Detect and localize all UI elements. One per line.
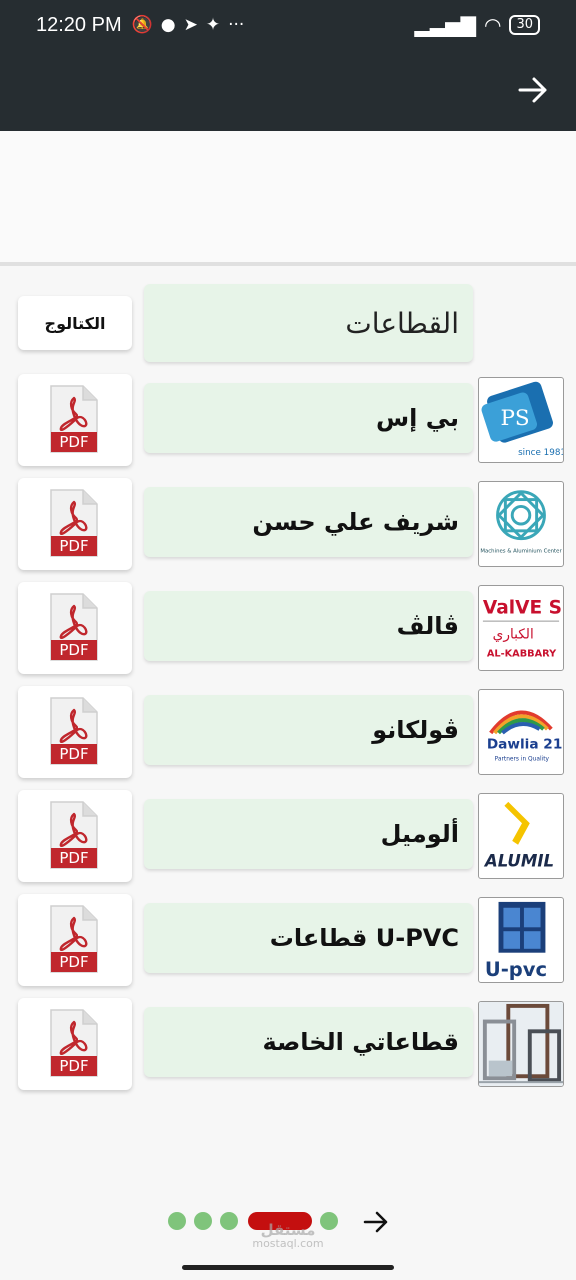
wifi-icon: ◠ (484, 13, 502, 37)
svg-text:الكباري: الكباري (493, 627, 534, 643)
watermark: مستقل mostaql.com (250, 1222, 326, 1250)
pdf-download-button[interactable]: PDF (18, 686, 132, 778)
pdf-icon: PDF (50, 801, 98, 869)
pdf-icon: PDF (50, 489, 98, 557)
pdf-label: PDF (59, 537, 88, 555)
page-dot[interactable] (194, 1212, 212, 1230)
header-row: الكتالوج القطاعات (0, 284, 576, 362)
watermark-latin: mostaql.com (252, 1237, 324, 1250)
pdf-label: PDF (59, 1057, 88, 1075)
pdf-label: PDF (59, 641, 88, 659)
status-bar: 12:20 PM 🔕 ● ➤ ✦ ··· ▂▃▅▇ ◠ 30 (0, 0, 576, 50)
watermark-arabic: مستقل (260, 1221, 316, 1239)
machines-aluminium-logo: Machines & Aluminium Center (478, 481, 564, 567)
upvc-logo: U-pvc (478, 897, 564, 983)
banner-area (0, 131, 576, 263)
divider (0, 262, 576, 266)
signal-icon: ▂▃▅▇ (414, 13, 476, 37)
section-name[interactable]: بي إس (144, 383, 473, 453)
svg-text:U-pvc: U-pvc (485, 958, 547, 981)
svg-text:ALUMIL: ALUMIL (483, 851, 554, 870)
mute-icon: 🔕 (131, 15, 153, 35)
pdf-icon: PDF (50, 697, 98, 765)
home-indicator (182, 1265, 394, 1270)
pdf-download-button[interactable]: PDF (18, 374, 132, 466)
pdf-icon: PDF (50, 905, 98, 973)
list-item: PDF شريف علي حسن Machines & Aluminium Ce… (0, 478, 576, 570)
pdf-download-button[interactable]: PDF (18, 582, 132, 674)
pdf-icon: PDF (50, 1009, 98, 1077)
pdf-label: PDF (59, 745, 88, 763)
svg-text:PS: PS (500, 406, 529, 431)
section-name[interactable]: ڤولكانو (144, 695, 473, 765)
windows-photo (478, 1001, 564, 1087)
pdf-label: PDF (59, 433, 88, 451)
list-item: PDF قطاعاتي الخاصة (0, 998, 576, 1090)
pdf-download-button[interactable]: PDF (18, 998, 132, 1090)
pdf-download-button[interactable]: PDF (18, 478, 132, 570)
pdf-icon: PDF (50, 593, 98, 661)
page-dot[interactable] (220, 1212, 238, 1230)
svg-text:AL-KABBARY: AL-KABBARY (487, 648, 557, 659)
section-name[interactable]: قطاعات U-PVC (144, 903, 473, 973)
list-item: PDF بي إس PS since 1981 (0, 374, 576, 466)
ps-logo: PS since 1981 (478, 377, 564, 463)
dawlia-logo: Dawlia 21 Partners in Quality (478, 689, 564, 775)
pdf-download-button[interactable]: PDF (18, 894, 132, 986)
section-name[interactable]: ألوميل (144, 799, 473, 869)
page-dot[interactable] (168, 1212, 186, 1230)
status-time: 12:20 PM (36, 13, 122, 36)
twitter-icon: ✦ (205, 15, 221, 35)
section-name[interactable]: شريف علي حسن (144, 487, 473, 557)
battery-icon: 30 (509, 15, 540, 35)
pdf-label: PDF (59, 849, 88, 867)
sections-title: القطاعات (144, 284, 473, 362)
section-name[interactable]: قطاعاتي الخاصة (144, 1007, 473, 1077)
svg-text:Partners in Quality: Partners in Quality (495, 756, 550, 762)
svg-text:Dawlia 21: Dawlia 21 (487, 737, 563, 753)
pdf-download-button[interactable]: PDF (18, 790, 132, 882)
valve-logo: ValVE S.a. الكباري AL-KABBARY (478, 585, 564, 671)
list-item: PDF ڤالڤ ValVE S.a. الكباري AL-KABBARY (0, 582, 576, 674)
svg-text:Machines & Aluminium Center: Machines & Aluminium Center (480, 548, 562, 554)
chat-icon: ● (160, 15, 176, 35)
svg-text:since 1981: since 1981 (518, 448, 563, 458)
pdf-label: PDF (59, 953, 88, 971)
section-name[interactable]: ڤالڤ (144, 591, 473, 661)
back-arrow-icon[interactable] (516, 73, 550, 107)
telegram-icon: ➤ (183, 15, 198, 35)
next-arrow-icon[interactable] (362, 1208, 390, 1236)
svg-text:ValVE S.a.: ValVE S.a. (483, 597, 563, 618)
pdf-icon: PDF (50, 385, 98, 453)
list-item: PDF ألوميل ALUMIL (0, 790, 576, 882)
more-icon: ··· (228, 15, 245, 35)
alumil-logo: ALUMIL (478, 793, 564, 879)
list-item: PDF ڤولكانو Dawlia 21 Partners in Qualit… (0, 686, 576, 778)
app-bar (0, 50, 576, 131)
list-item: PDF قطاعات U-PVC U-pvc (0, 894, 576, 986)
catalog-label: الكتالوج (18, 296, 132, 350)
